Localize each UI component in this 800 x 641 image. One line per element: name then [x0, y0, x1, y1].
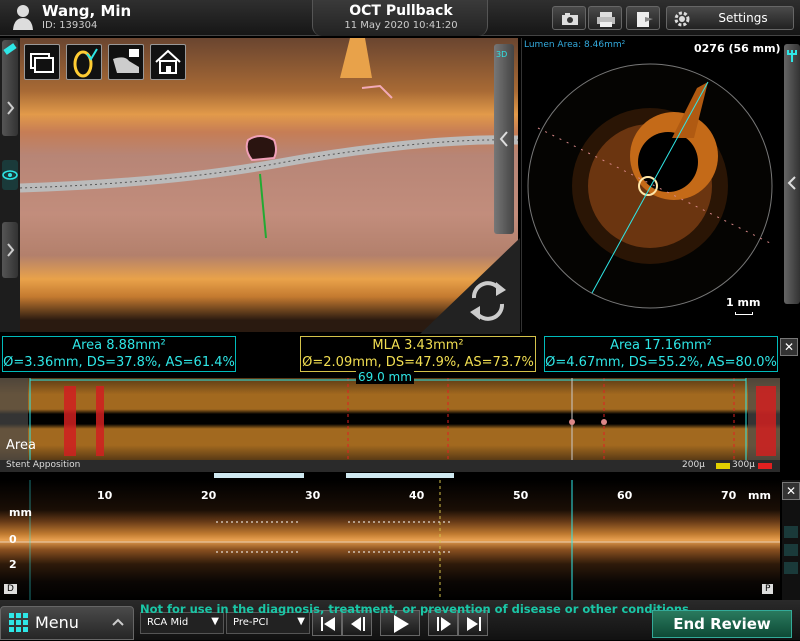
cross-section-view[interactable]: [521, 38, 800, 332]
layout-window-button[interactable]: [24, 44, 60, 80]
longitudinal-render: [0, 480, 780, 600]
rail-expand-top[interactable]: [2, 80, 18, 136]
measurement-detail: Ø=4.67mm, DS=55.2%, AS=80.0%: [545, 355, 777, 370]
pullback-length: 69.0 mm: [356, 370, 414, 384]
stent-apposition-bar: Stent Apposition 200μ 300μ: [0, 460, 780, 472]
disclaimer-text: Not for use in the diagnosis, treatment,…: [140, 602, 694, 616]
title-panel: OCT Pullback 11 May 2020 10:41:20: [312, 0, 488, 36]
area-profile: [0, 378, 780, 460]
stent-apposition-label: Stent Apposition: [6, 460, 81, 470]
legend-swatch-gap: [758, 463, 772, 469]
y-axis-tick: 0: [9, 533, 17, 546]
measure-tool-button[interactable]: [784, 526, 798, 538]
close-long-view-button[interactable]: ✕: [782, 482, 800, 500]
measurement-detail: Ø=3.36mm, DS=37.8%, AS=61.4%: [3, 355, 235, 370]
menu-button[interactable]: Menu: [0, 606, 134, 640]
legend-swatch-300: [716, 463, 730, 469]
chevron-left-icon: [499, 131, 508, 147]
stent-view-button[interactable]: [66, 44, 102, 80]
home-icon: [155, 49, 181, 74]
rotate-icon[interactable]: [420, 238, 520, 334]
probe-icon: [787, 50, 797, 62]
axis-tick: 30: [305, 489, 321, 502]
measurement-area: MLA 3.43mm²: [372, 338, 464, 353]
long-view-tools: ✕: [782, 480, 800, 600]
lumen-area-readout: Lumen Area: 8.46mm²: [524, 40, 626, 50]
cross-section-side-tab[interactable]: [784, 44, 800, 304]
patient-name: Wang, Min: [42, 2, 132, 20]
end-review-button[interactable]: End Review: [652, 610, 792, 638]
export-icon: [637, 12, 653, 27]
cut-view-icon: [113, 49, 139, 73]
chevron-left-icon: [787, 176, 796, 190]
dropdown-arrow-icon: ▼: [211, 616, 219, 627]
grid-menu-icon: [9, 613, 28, 632]
window-icon: [30, 53, 54, 73]
axis-tick: 10: [97, 489, 113, 502]
settings-button[interactable]: Settings: [666, 6, 794, 30]
printer-icon: [597, 12, 615, 27]
dropdown-arrow-icon: ▼: [297, 616, 305, 627]
flag-tool-button[interactable]: [784, 562, 798, 574]
segment-value: RCA Mid: [147, 617, 189, 628]
bookmark-tool-button[interactable]: [784, 544, 798, 556]
area-graph[interactable]: [0, 378, 780, 460]
scale-bar: [735, 312, 753, 315]
chevron-up-icon: [112, 618, 124, 626]
area-graph-label: Area: [6, 438, 36, 453]
snapshot-button[interactable]: [552, 6, 586, 30]
user-icon: [13, 5, 33, 30]
export-button[interactable]: [626, 6, 660, 30]
axis-tick: 20: [201, 489, 217, 502]
phase-value: Pre-PCI: [233, 617, 269, 628]
longitudinal-view[interactable]: [0, 480, 780, 600]
gear-icon: [674, 11, 690, 27]
menu-label: Menu: [35, 613, 79, 632]
measurement-area: Area 17.16mm²: [610, 338, 712, 353]
eye-icon: [2, 170, 18, 180]
camera-icon: [562, 13, 578, 25]
view3d-badge: 3D: [496, 50, 508, 59]
print-button[interactable]: [588, 6, 622, 30]
stent-segment: [346, 473, 454, 478]
legend-200: 200μ: [682, 460, 705, 470]
stent-segment: [214, 473, 304, 478]
axis-tick: 70: [721, 489, 737, 502]
settings-label: Settings: [718, 11, 768, 25]
chevron-right-icon: [7, 243, 15, 257]
measurement-area: Area 8.88mm²: [72, 338, 166, 353]
reference-distal-measurement[interactable]: Area 8.88mm² Ø=3.36mm, DS=37.8%, AS=61.4…: [2, 336, 236, 372]
rail-view-toggle[interactable]: [2, 160, 18, 190]
distal-marker: D: [4, 584, 17, 594]
page-title: OCT Pullback: [349, 3, 453, 19]
y-axis-unit: mm: [9, 506, 32, 519]
ruler-icon: [3, 43, 17, 55]
view3d-side-tab[interactable]: 3D: [494, 44, 514, 234]
home-view-button[interactable]: [150, 44, 186, 80]
scale-bar-label: 1 mm: [726, 296, 761, 309]
patient-id: ID: 139304: [42, 20, 98, 31]
acquisition-datetime: 11 May 2020 10:41:20: [344, 20, 458, 31]
cut-view-button[interactable]: [108, 44, 144, 80]
oct-cross-section: [527, 63, 773, 309]
mla-measurement[interactable]: MLA 3.43mm² Ø=2.09mm, DS=47.9%, AS=73.7%: [300, 336, 536, 372]
proximal-marker: P: [762, 584, 774, 594]
y-axis-tick: 2: [9, 558, 17, 571]
rail-expand-bottom[interactable]: [2, 222, 18, 278]
measurement-detail: Ø=2.09mm, DS=47.9%, AS=73.7%: [302, 355, 534, 370]
axis-tick: 50: [513, 489, 529, 502]
axis-unit: mm: [748, 489, 771, 502]
axis-tick: 60: [617, 489, 633, 502]
close-measurement-button[interactable]: ✕: [780, 338, 798, 356]
legend-300: 300μ: [732, 460, 755, 470]
reference-proximal-measurement[interactable]: Area 17.16mm² Ø=4.67mm, DS=55.2%, AS=80.…: [544, 336, 778, 372]
frame-position: 0276 (56 mm): [694, 42, 781, 55]
chevron-right-icon: [7, 101, 15, 115]
apposition-strip: [0, 472, 780, 480]
axis-tick: 40: [409, 489, 425, 502]
stent-view-icon: [73, 48, 98, 78]
